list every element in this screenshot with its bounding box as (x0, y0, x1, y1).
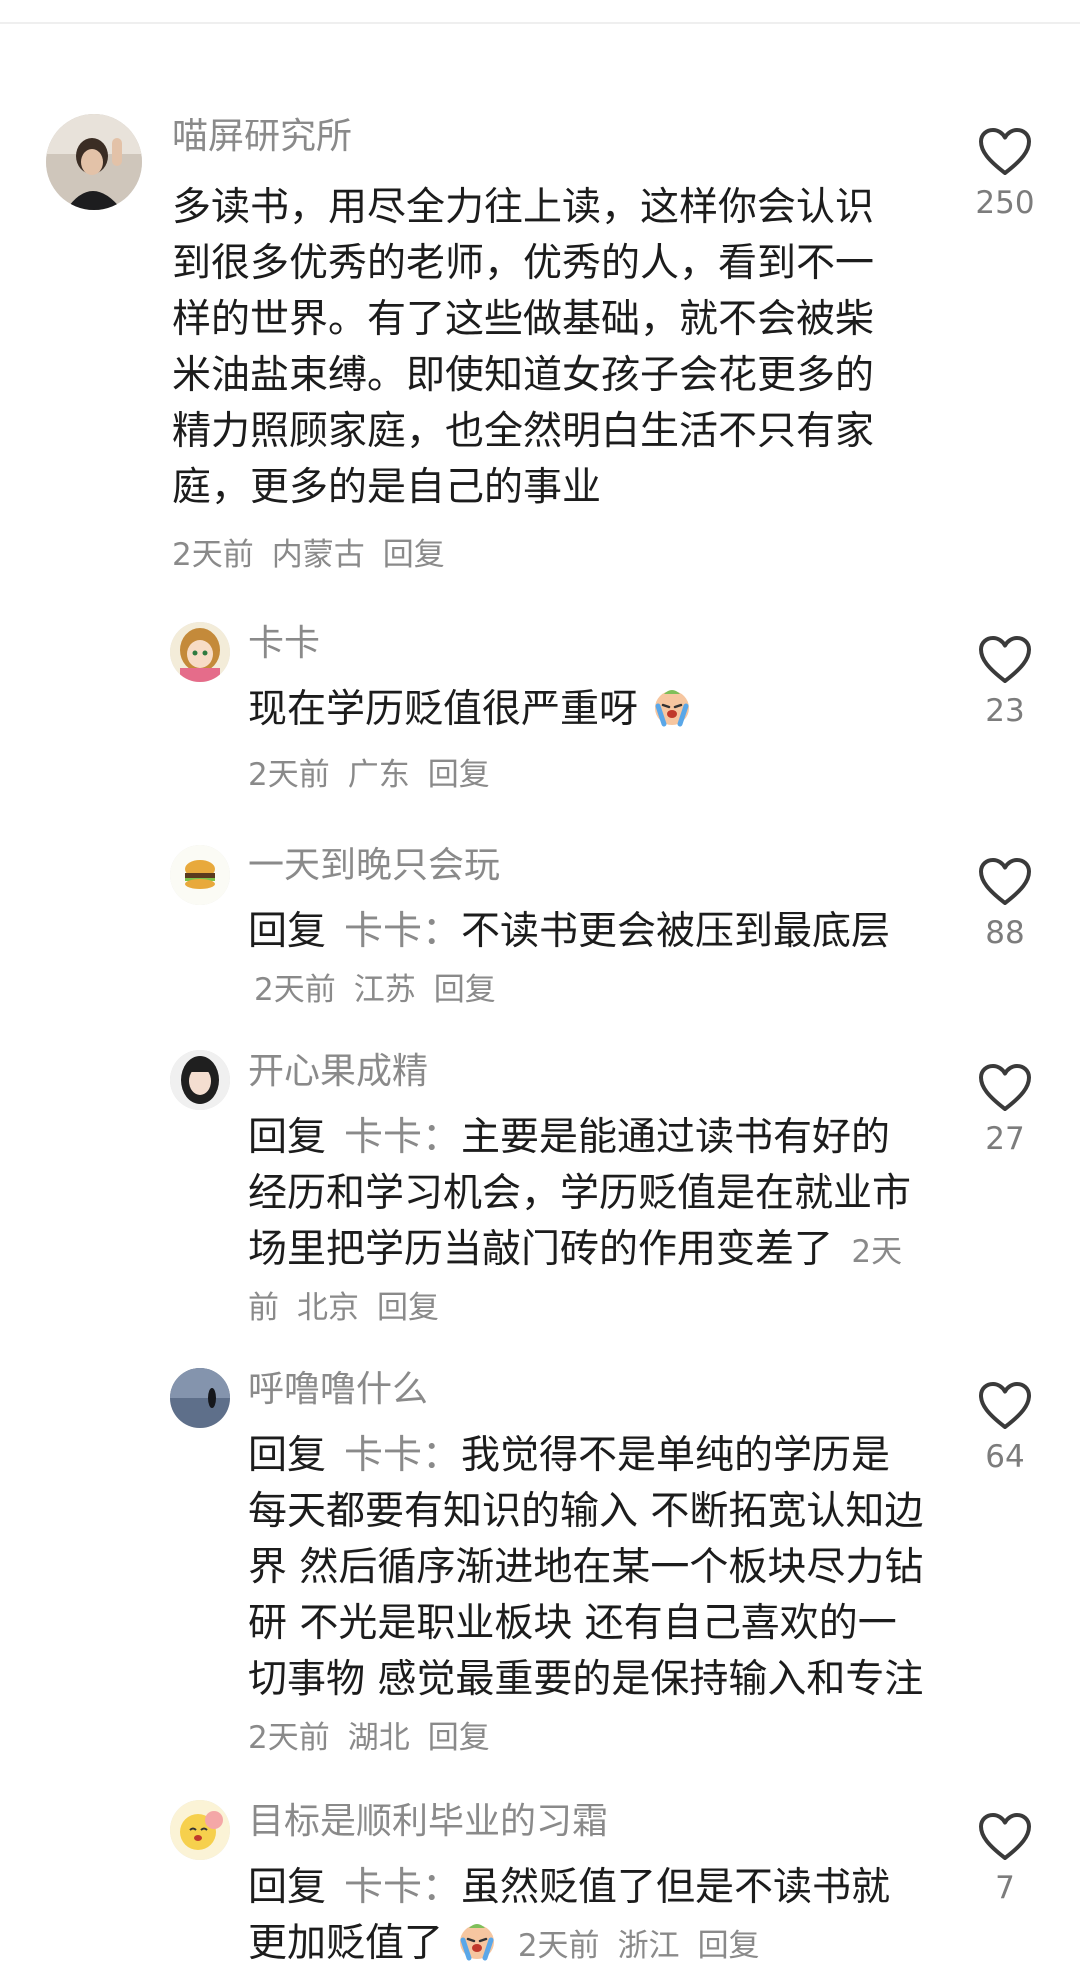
avatar[interactable] (46, 114, 142, 210)
location: 浙江 (617, 1928, 680, 1964)
comment-meta: 2天前 湖北 回复 (248, 1720, 508, 1756)
reply-prefix: 回复 (248, 1115, 327, 1160)
crying-emoji-icon (460, 1924, 495, 1961)
like-count: 27 (985, 1121, 1025, 1157)
username[interactable]: 喵屏研究所 (172, 115, 352, 159)
heart-icon[interactable] (978, 857, 1032, 907)
username[interactable]: 卡卡 (248, 622, 320, 666)
timestamp: 2天前 (248, 757, 330, 793)
reply-button[interactable]: 回复 (698, 1928, 760, 1964)
comment-text: 回复 卡卡：我觉得不是单纯的学历是每天都要有知识的输入 不断拓宽认知边界 然后循序… (248, 1428, 928, 1764)
location: 湖北 (347, 1720, 410, 1756)
comment-meta: 2天前 浙江 回复 (518, 1928, 778, 1964)
reply-button[interactable]: 回复 (434, 972, 496, 1008)
location: 广东 (347, 757, 410, 793)
comment-text: 现在学历贬值很严重呀 (248, 682, 908, 738)
timestamp: 2天前 (248, 1720, 330, 1756)
like-button[interactable]: 7 (970, 1812, 1040, 1908)
crying-emoji-icon (655, 690, 690, 727)
reply-target-user[interactable]: 卡卡： (344, 909, 461, 954)
like-button[interactable]: 64 (970, 1381, 1040, 1477)
reply-prefix: 回复 (248, 1433, 327, 1478)
timestamp: 2天前 (172, 537, 254, 573)
avatar[interactable] (170, 622, 230, 682)
username[interactable]: 一天到晚只会玩 (248, 844, 500, 888)
like-count: 250 (975, 185, 1035, 221)
comment-content: 现在学历贬值很严重呀 (248, 687, 639, 732)
heart-icon[interactable] (978, 635, 1032, 685)
reply-prefix: 回复 (248, 909, 327, 954)
like-button[interactable]: 88 (970, 857, 1040, 953)
top-divider (0, 22, 1080, 24)
like-count: 64 (985, 1439, 1025, 1475)
comment-content: 不读书更会被压到最底层 (461, 909, 891, 954)
reply-target-user[interactable]: 卡卡： (344, 1115, 461, 1160)
like-count: 88 (985, 915, 1025, 951)
username[interactable]: 开心果成精 (248, 1050, 428, 1094)
comment-meta: 2天前 江苏 回复 (254, 972, 514, 1008)
location: 内蒙古 (271, 537, 365, 573)
like-button[interactable]: 250 (970, 127, 1040, 223)
reply-button[interactable]: 回复 (383, 537, 445, 573)
avatar[interactable] (170, 1050, 230, 1110)
like-count: 7 (995, 1870, 1015, 1906)
reply-prefix: 回复 (248, 1865, 327, 1910)
comment-text: 回复 卡卡：不读书更会被压到最底层 2天前 江苏 回复 (248, 904, 928, 1016)
reply-target-user[interactable]: 卡卡： (344, 1865, 461, 1910)
username[interactable]: 呼噜噜什么 (248, 1368, 428, 1412)
comment-text: 回复 卡卡：主要是能通过读书有好的经历和学习机会，学历贬值是在就业市场里把学历当敲… (248, 1110, 928, 1334)
like-button[interactable]: 27 (970, 1063, 1040, 1159)
timestamp: 2天前 (517, 1928, 600, 1964)
heart-icon[interactable] (978, 127, 1032, 177)
comment-content: 多读书，用尽全力往上读，这样你会认识到很多优秀的老师，优秀的人，看到不一样的世界… (172, 185, 875, 510)
reply-button[interactable]: 回复 (428, 757, 490, 793)
timestamp: 2天前 (254, 972, 336, 1008)
heart-icon[interactable] (978, 1812, 1032, 1862)
comment-meta: 2天前 广东 回复 (248, 753, 508, 797)
username[interactable]: 目标是顺利毕业的习霜 (248, 1800, 608, 1844)
reply-button[interactable]: 回复 (428, 1720, 490, 1756)
reply-button[interactable]: 回复 (377, 1290, 439, 1326)
heart-icon[interactable] (978, 1381, 1032, 1431)
like-button[interactable]: 23 (970, 635, 1040, 731)
avatar[interactable] (170, 845, 230, 905)
like-count: 23 (985, 693, 1025, 729)
avatar[interactable] (170, 1800, 230, 1860)
comment-text: 多读书，用尽全力往上读，这样你会认识到很多优秀的老师，优秀的人，看到不一样的世界… (172, 180, 892, 516)
comment-meta: 2天前 内蒙古 回复 (172, 533, 463, 577)
location: 江苏 (353, 972, 416, 1008)
avatar[interactable] (170, 1368, 230, 1428)
location: 北京 (297, 1290, 359, 1326)
comment-text: 回复 卡卡：虽然贬值了但是不读书就更加贬值了 2天前 浙江 回复 (248, 1860, 928, 1972)
heart-icon[interactable] (978, 1063, 1032, 1113)
reply-target-user[interactable]: 卡卡： (344, 1433, 461, 1478)
